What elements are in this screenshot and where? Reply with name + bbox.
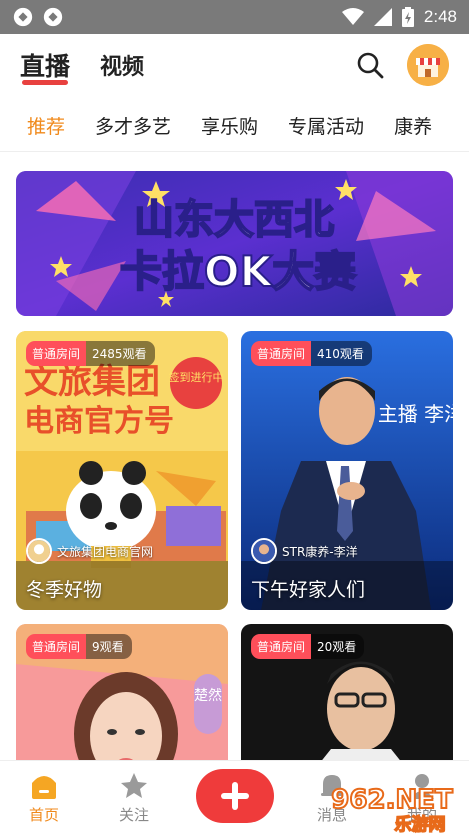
view-count-badge: 20观看 (311, 634, 365, 659)
author-avatar (26, 538, 52, 564)
author-name: STR康养-李洋 (282, 544, 358, 559)
view-count-badge: 410观看 (311, 341, 372, 366)
site-watermark: 962.NET 乐游网 (330, 784, 454, 835)
category-tabs: 推荐 多才多艺 享乐购 专属活动 康养 (0, 100, 469, 152)
author-name: 文旅集团电商官网 (57, 544, 154, 559)
banner-art: 山东大西北 卡拉OK大赛 (16, 171, 453, 316)
tab-live[interactable]: 直播 (20, 47, 70, 85)
shop-avatar[interactable] (407, 44, 449, 86)
card-author: 文旅集团电商官网 (26, 538, 153, 564)
room-type-badge: 普通房间 (26, 341, 87, 366)
nav-home[interactable]: 首页 (14, 771, 74, 825)
card-badges: 普通房间 410观看 (251, 341, 372, 366)
live-card[interactable]: 主播 李洋 普通房间 410观看 STR康养-李洋 下午好家人们 (241, 331, 453, 610)
category-health[interactable]: 康养 (394, 112, 432, 139)
card-art-side: 楚然 (194, 687, 222, 704)
shop-icon (407, 44, 449, 86)
card-cover-image: 主播 李洋 (241, 331, 453, 610)
live-card[interactable]: 文旅集团 电商官方号 签到进行中 普通房间 2485观看 文旅集团电商官网 冬季… (16, 331, 228, 610)
nav-follow[interactable]: 关注 (104, 771, 164, 825)
category-recommend[interactable]: 推荐 (27, 112, 65, 139)
card-badges: 普通房间 20观看 (251, 634, 365, 659)
nav-home-label: 首页 (28, 806, 59, 824)
category-talent[interactable]: 多才多艺 (95, 112, 171, 139)
app-screen: 2:48 直播 视频 推荐 多才多艺 享乐购 专属活动 康养 山东大西北 卡拉O… (0, 0, 469, 835)
banner-line1: 山东大西北 (134, 197, 334, 243)
star-icon (121, 773, 147, 798)
search-icon (357, 52, 384, 79)
wifi-icon (341, 8, 364, 25)
author-avatar (251, 538, 277, 564)
battery-icon (401, 7, 414, 27)
plus-icon (221, 782, 249, 810)
live-card[interactable]: 普通房间 20观看 (241, 624, 453, 774)
card-cover-image: 文旅集团 电商官方号 签到进行中 (16, 331, 228, 610)
view-count-badge: 9观看 (86, 634, 132, 659)
room-type-badge: 普通房间 (26, 634, 87, 659)
add-live-button[interactable] (196, 769, 274, 823)
promo-banner[interactable]: 山东大西北 卡拉OK大赛 (16, 171, 453, 316)
category-events[interactable]: 专属活动 (288, 112, 364, 139)
status-bar: 2:48 (0, 0, 469, 34)
live-card[interactable]: 楚然 普通房间 9观看 (16, 624, 228, 774)
app-notification-icon-2 (43, 7, 63, 27)
card-art-side: 主播 李洋 (378, 402, 453, 426)
watermark-sub: 乐游网 (395, 814, 446, 835)
top-header: 直播 视频 (0, 34, 469, 96)
watermark-brand: 962.NET (331, 785, 453, 815)
nav-follow-label: 关注 (118, 806, 149, 824)
home-icon (32, 776, 56, 799)
view-count-badge: 2485观看 (86, 341, 155, 366)
card-badges: 普通房间 9观看 (26, 634, 132, 659)
card-art-line1: 文旅集团 (24, 362, 160, 402)
card-title: 下午好家人们 (251, 579, 366, 601)
card-title: 冬季好物 (26, 579, 103, 601)
search-button[interactable] (353, 48, 387, 82)
room-type-badge: 普通房间 (251, 341, 312, 366)
sign-badge: 签到进行中 (169, 370, 224, 384)
banner-line2: 卡拉OK大赛 (120, 247, 357, 296)
card-art-line2: 电商官方号 (24, 404, 174, 439)
card-badges: 普通房间 2485观看 (26, 341, 155, 366)
card-author: STR康养-李洋 (251, 538, 358, 564)
app-notification-icon (13, 7, 33, 27)
room-type-badge: 普通房间 (251, 634, 312, 659)
category-shopping[interactable]: 享乐购 (201, 112, 258, 139)
signal-icon (373, 8, 392, 26)
status-time: 2:48 (423, 7, 457, 26)
tab-video[interactable]: 视频 (100, 49, 144, 81)
